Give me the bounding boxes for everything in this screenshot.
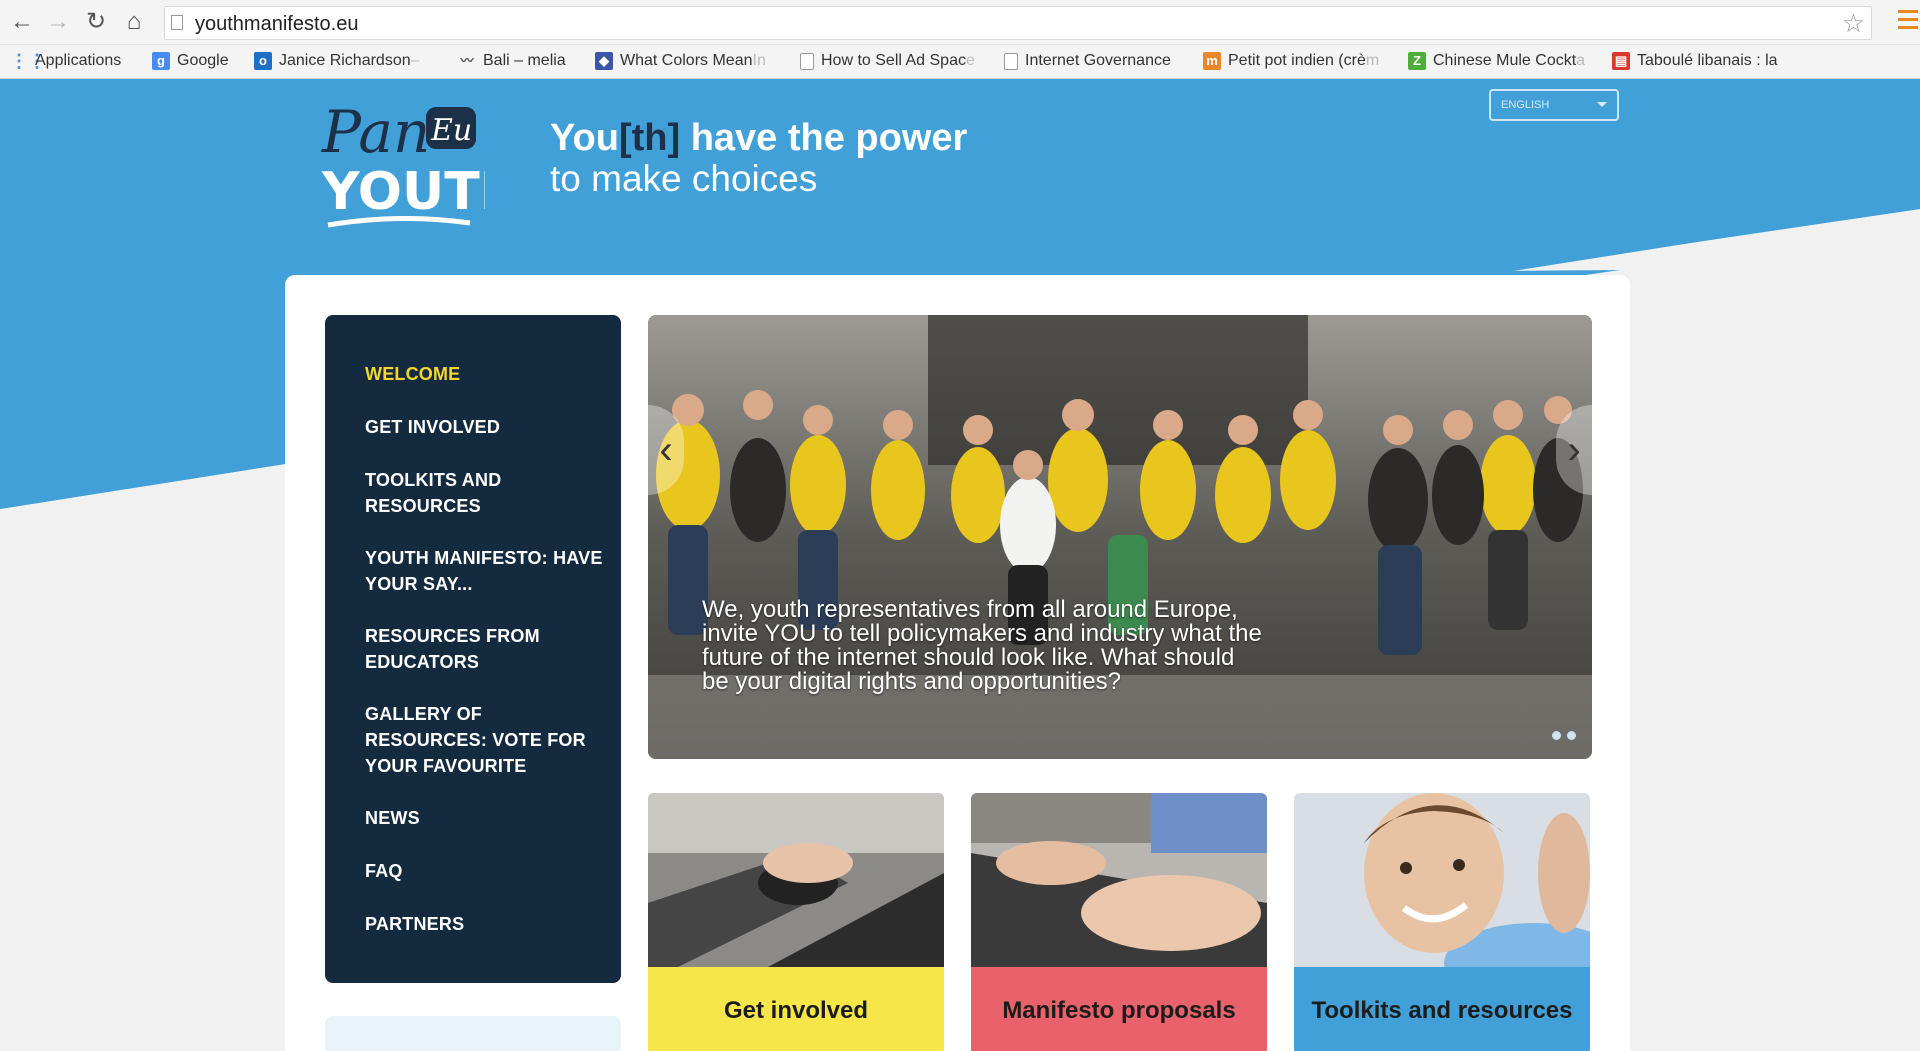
bookmark-label-fade: m <box>1365 52 1380 69</box>
nav-item-get-involved[interactable]: GET INVOLVED <box>365 414 605 440</box>
bookmark-label: How to Sell Ad Spac <box>821 52 966 69</box>
reload-icon[interactable]: ↻ <box>82 8 110 36</box>
bookmark-label: Google <box>177 52 229 69</box>
slider-caption: We, youth representatives from all aroun… <box>702 596 1262 695</box>
typing-hands-photo <box>971 793 1267 967</box>
nav-item-welcome[interactable]: WELCOME <box>365 361 605 387</box>
bookmark-label-fade: a <box>1576 52 1586 69</box>
slider-dot[interactable] <box>1567 731 1576 740</box>
color-icon: ◆ <box>595 52 613 70</box>
slider-dots <box>1546 727 1576 745</box>
bookmark-label-fade: – <box>410 52 420 69</box>
nav-item-youth-manifesto[interactable]: YOUTH MANIFESTO: HAVE YOUR SAY... <box>365 545 605 597</box>
apps-grid-icon: ⋮⋮ <box>10 51 46 71</box>
bookmark-internet-governance[interactable]: Internet Governance <box>1004 49 1171 73</box>
outlook-icon: o <box>254 52 272 70</box>
marmiton-icon: m <box>1203 52 1221 70</box>
chevron-down-icon <box>1597 102 1607 107</box>
address-bar[interactable]: youthmanifesto.eu ☆ <box>164 6 1872 40</box>
bookmark-label: Taboulé libanais : la <box>1637 52 1778 69</box>
nav-item-faq[interactable]: FAQ <box>365 858 605 884</box>
card-label: Toolkits and resources <box>1294 967 1590 1051</box>
nav-item-resources-from-educators[interactable]: RESOURCES FROM EDUCATORS <box>365 623 605 675</box>
bookmark-star-icon[interactable]: ☆ <box>1842 8 1865 39</box>
nav-item-partners[interactable]: PARTNERS <box>365 911 605 937</box>
bookmark-what-colors-mean[interactable]: ◆ What Colors Mean In <box>595 49 766 73</box>
forward-arrow-icon[interactable]: → <box>44 8 72 36</box>
bookmark-label: Internet Governance <box>1025 52 1171 69</box>
bookmark-label: Chinese Mule Cockt <box>1433 52 1577 69</box>
tagline-power: have the power <box>680 117 968 159</box>
card-label: Get involved <box>648 967 944 1051</box>
svg-text:Pan: Pan <box>321 98 430 166</box>
tagline-line2: to make choices <box>550 158 818 199</box>
slider-dot[interactable] <box>1552 731 1561 740</box>
bookmark-label: Janice Richardson <box>279 52 411 69</box>
bookmark-how-to-sell-ad-space[interactable]: How to Sell Ad Spac e <box>800 49 975 73</box>
bookmark-chinese-mule-cocktail[interactable]: Z Chinese Mule Cockt a <box>1408 49 1585 73</box>
back-arrow-icon[interactable]: ← <box>8 8 36 36</box>
bookmark-taboule-libanais[interactable]: ▤ Taboulé libanais : la <box>1612 49 1778 73</box>
language-select[interactable]: ENGLISH <box>1489 89 1619 121</box>
tagline-th: [th] <box>618 117 681 159</box>
bookmarks-bar: ⋮⋮ Applications g Google o Janice Richar… <box>0 45 1920 79</box>
side-navigation: WELCOME GET INVOLVED TOOLKITS AND RESOUR… <box>325 315 621 983</box>
bookmark-label: Petit pot indien (crè <box>1228 52 1366 69</box>
hero-slider: ‹ › We, youth representatives from all a… <box>648 315 1592 759</box>
card-label: Manifesto proposals <box>971 967 1267 1051</box>
page-icon <box>1004 52 1018 70</box>
bird-icon: 〰 <box>460 53 474 68</box>
nav-item-gallery-of-resources[interactable]: GALLERY OF RESOURCES: VOTE FOR YOUR FAVO… <box>365 701 605 779</box>
nav-item-news[interactable]: NEWS <box>365 805 605 831</box>
svg-text:YOUTH: YOUTH <box>321 162 485 222</box>
page-icon <box>171 15 183 30</box>
bookmark-label-fade: In <box>752 52 766 69</box>
browser-menu-icon[interactable] <box>1898 10 1918 32</box>
pan-eu-youth-logo: Pan Eu YOUTH <box>321 98 485 228</box>
bookmark-google[interactable]: g Google <box>152 49 229 73</box>
site-tagline: You[th] have the power to make choices <box>550 117 967 200</box>
nav-item-toolkits-and-resources[interactable]: TOOLKITS AND RESOURCES <box>365 467 605 519</box>
bookmark-janice-richardson[interactable]: o Janice Richardson – <box>254 49 420 73</box>
page-icon <box>800 52 814 70</box>
recipe-icon: ▤ <box>1612 52 1630 70</box>
language-value: ENGLISH <box>1501 99 1550 111</box>
home-icon[interactable]: ⌂ <box>120 8 148 36</box>
browser-toolbar: ← → ↻ ⌂ youthmanifesto.eu ☆ <box>0 0 1920 45</box>
bookmark-petit-pot-indien[interactable]: m Petit pot indien (crè m <box>1203 49 1379 73</box>
bookmark-label: Bali – melia <box>483 52 566 69</box>
keyboard-mouse-photo <box>648 793 944 967</box>
card-manifesto-proposals[interactable]: Manifesto proposals <box>971 793 1267 1051</box>
url-text: youthmanifesto.eu <box>195 13 359 35</box>
bookmark-label: Applications <box>35 52 122 69</box>
bookmark-label-fade: e <box>965 52 975 69</box>
card-get-involved[interactable]: Get involved <box>648 793 944 1051</box>
tagline-you: You <box>550 117 619 159</box>
svg-text:Eu: Eu <box>430 113 472 148</box>
google-icon: g <box>152 52 170 70</box>
bookmark-label: What Colors Mean <box>620 52 753 69</box>
bookmark-applications[interactable]: ⋮⋮ Applications <box>10 49 121 73</box>
secondary-panel <box>325 1016 621 1051</box>
web-page: Pan Eu YOUTH You[th] have the power to m… <box>0 79 1920 1051</box>
z-icon: Z <box>1408 52 1426 70</box>
bookmark-bali-melia[interactable]: 〰 Bali – melia <box>458 49 566 73</box>
smiling-boy-photo <box>1294 793 1590 967</box>
card-toolkits-and-resources[interactable]: Toolkits and resources <box>1294 793 1590 1051</box>
